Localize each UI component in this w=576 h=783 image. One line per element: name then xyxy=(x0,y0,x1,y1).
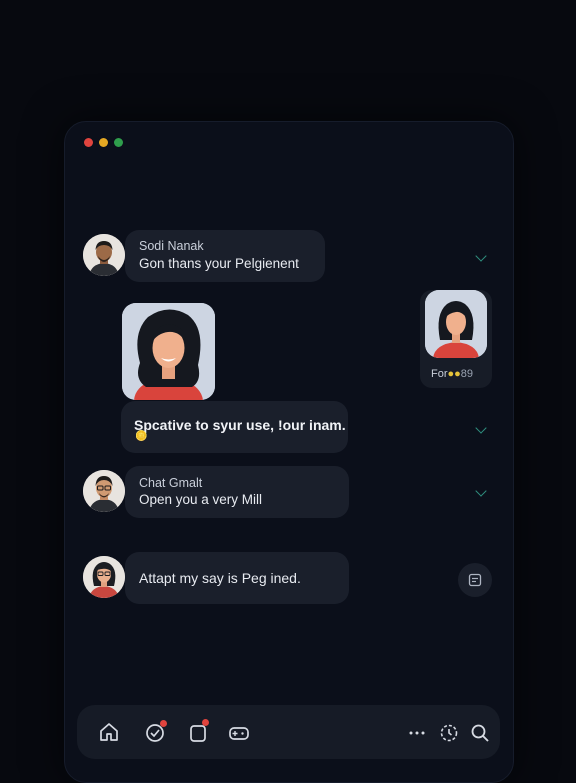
message-bubble[interactable]: Sodi Nanak Gon thans your Pelgienent xyxy=(125,230,325,282)
maximize-window-button[interactable] xyxy=(114,138,123,147)
home-icon[interactable] xyxy=(97,720,121,744)
contact-card[interactable]: For●●89 xyxy=(420,290,492,388)
notification-badge xyxy=(160,720,167,727)
message-text: Attapt my say is Peg ined. xyxy=(139,570,301,586)
woman-portrait-image xyxy=(122,303,215,400)
chevron-down-icon[interactable] xyxy=(475,250,487,262)
window-controls xyxy=(84,138,123,147)
emoji-reaction[interactable]: 🪙 xyxy=(135,431,147,442)
gamepad-icon[interactable] xyxy=(227,721,251,745)
minimize-window-button[interactable] xyxy=(99,138,108,147)
note-icon xyxy=(468,573,482,587)
shared-photo[interactable] xyxy=(122,303,215,400)
message-text: Gon thans your Pelgienent xyxy=(139,256,299,271)
avatar-woman[interactable] xyxy=(83,556,125,598)
card-caption: For●●89 xyxy=(431,368,474,380)
avatar-chat[interactable] xyxy=(83,470,125,512)
notification-badge xyxy=(202,719,209,726)
message-text: Spcative to syur use, !our inam. xyxy=(134,417,346,433)
timer-icon[interactable] xyxy=(437,721,461,745)
close-window-button[interactable] xyxy=(84,138,93,147)
woman-avatar-image xyxy=(425,290,487,358)
bottom-toolbar xyxy=(77,705,500,759)
chevron-down-icon[interactable] xyxy=(475,485,487,497)
man-glasses-avatar-icon xyxy=(83,470,125,512)
search-icon[interactable] xyxy=(468,721,492,745)
sender-name: Sodi Nanak xyxy=(139,239,204,253)
message-bubble[interactable]: Chat Gmalt Open you a very Mill xyxy=(125,466,349,518)
chevron-down-icon[interactable] xyxy=(475,422,487,434)
message-bubble[interactable]: Spcative to syur use, !our inam. 🪙 xyxy=(121,401,348,453)
more-icon[interactable] xyxy=(405,721,429,745)
message-text: Open you a very Mill xyxy=(139,492,263,507)
man-avatar-icon xyxy=(83,234,125,276)
woman-glasses-avatar-icon xyxy=(83,556,125,598)
message-bubble[interactable]: Attapt my say is Peg ined. xyxy=(125,552,349,604)
chat-window: Sodi Nanak Gon thans your Pelgienent For… xyxy=(64,121,514,783)
contact-photo xyxy=(425,290,487,358)
sender-name: Chat Gmalt xyxy=(139,476,203,490)
avatar-sodi[interactable] xyxy=(83,234,125,276)
note-button[interactable] xyxy=(458,563,492,597)
